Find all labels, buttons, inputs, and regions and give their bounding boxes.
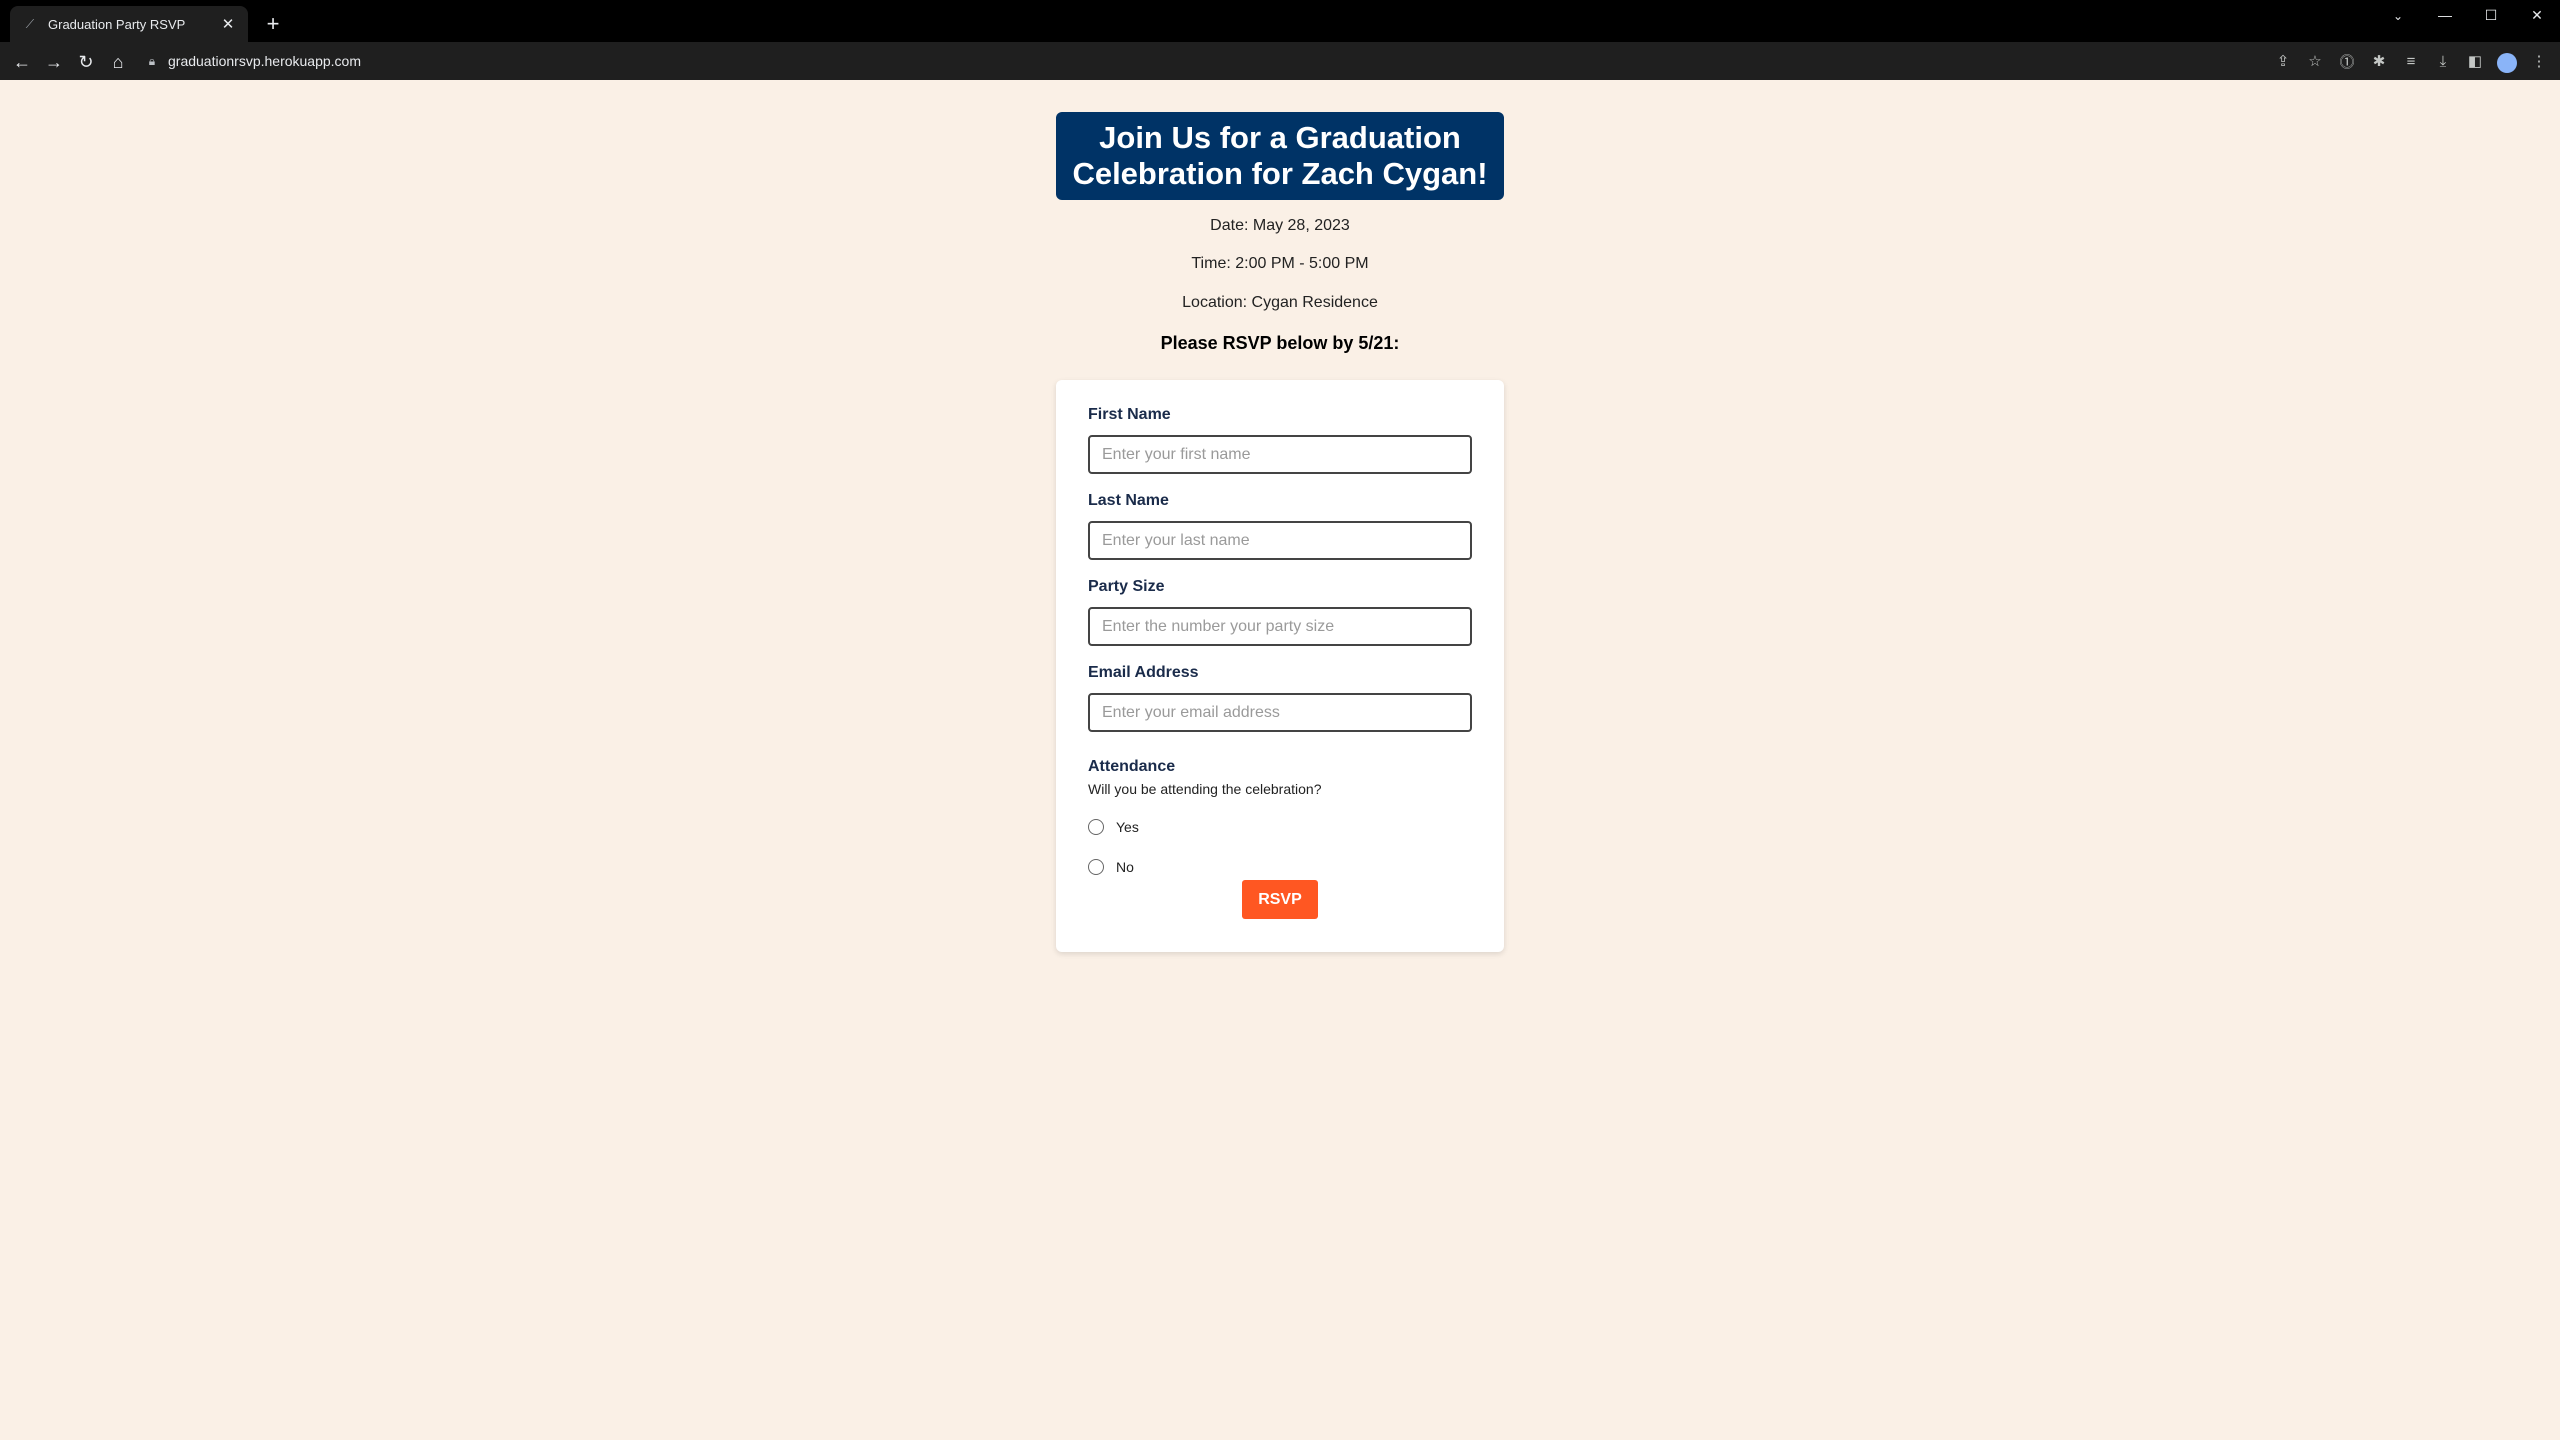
address-bar[interactable]: 🔒︎ graduationrsvp.herokuapp.com (140, 46, 2240, 76)
back-icon[interactable]: ← (8, 48, 36, 76)
first-name-input[interactable] (1088, 435, 1472, 474)
rsvp-submit-button[interactable]: RSVP (1242, 880, 1318, 919)
side-panel-icon[interactable]: ◧ (2462, 48, 2488, 74)
extensions-puzzle-icon[interactable]: ✱ (2366, 48, 2392, 74)
tab-search-icon[interactable]: ⌄ (2378, 4, 2418, 28)
browser-tab-bar: ⟋ Graduation Party RSVP ✕ + ⌄ — ☐ ✕ (0, 0, 2560, 42)
new-tab-button[interactable]: + (260, 11, 286, 37)
event-header: Join Us for a Graduation Celebration for… (1056, 112, 1504, 354)
download-icon[interactable]: ⤓ (2430, 48, 2456, 74)
party-size-input[interactable] (1088, 607, 1472, 646)
attendance-question: Will you be attending the celebration? (1088, 781, 1322, 797)
minimize-button[interactable]: — (2422, 0, 2468, 30)
event-location: Location: Cygan Residence (1182, 294, 1378, 311)
password-manager-icon[interactable]: ⓵ (2334, 48, 2360, 74)
email-label: Email Address (1088, 664, 1199, 681)
attendance-label: Attendance (1088, 758, 1176, 775)
toolbar-icons: ⇪ ☆ ⓵ ✱ ≡ ⤓ ◧ ⋮ (2270, 48, 2552, 74)
email-input[interactable] (1088, 693, 1472, 732)
tab-title: Graduation Party RSVP (48, 16, 186, 32)
yes-radio[interactable] (1088, 819, 1104, 835)
share-icon[interactable]: ⇪ (2270, 48, 2296, 74)
last-name-label: Last Name (1088, 492, 1169, 509)
event-date: Date: May 28, 2023 (1210, 217, 1350, 234)
rsvp-form: First Name Last Name Party Size Email Ad… (1056, 380, 1504, 952)
page-content: Join Us for a Graduation Celebration for… (0, 80, 2560, 1440)
first-name-label: First Name (1088, 406, 1171, 423)
media-queue-icon[interactable]: ≡ (2398, 48, 2424, 74)
attendance-option-yes[interactable]: Yes (1088, 819, 1139, 835)
no-radio[interactable] (1088, 859, 1104, 875)
rsvp-deadline-heading: Please RSVP below by 5/21: (1160, 333, 1400, 353)
window-controls: — ☐ ✕ (2422, 0, 2560, 30)
profile-avatar-icon[interactable] (2494, 48, 2520, 74)
browser-tab[interactable]: ⟋ Graduation Party RSVP ✕ (10, 6, 248, 42)
close-tab-icon[interactable]: ✕ (218, 14, 238, 34)
reload-icon[interactable]: ↻ (72, 48, 100, 76)
maximize-button[interactable]: ☐ (2468, 0, 2514, 30)
lock-icon[interactable]: 🔒︎ (140, 54, 164, 69)
yes-radio-label[interactable]: Yes (1116, 819, 1139, 835)
page-title: Join Us for a Graduation Celebration for… (1056, 112, 1504, 200)
no-radio-label[interactable]: No (1116, 859, 1134, 875)
event-time: Time: 2:00 PM - 5:00 PM (1191, 255, 1369, 272)
menu-kebab-icon[interactable]: ⋮ (2526, 48, 2552, 74)
close-window-button[interactable]: ✕ (2514, 0, 2560, 30)
home-icon[interactable]: ⌂ (104, 48, 132, 76)
party-size-label: Party Size (1088, 578, 1165, 595)
forward-icon[interactable]: → (40, 48, 68, 76)
last-name-input[interactable] (1088, 521, 1472, 560)
browser-toolbar: ← → ↻ ⌂ 🔒︎ graduationrsvp.herokuapp.com … (0, 42, 2560, 80)
url-text: graduationrsvp.herokuapp.com (168, 53, 362, 69)
bookmark-star-icon[interactable]: ☆ (2302, 48, 2328, 74)
page-favicon-icon: ⟋ (25, 16, 35, 31)
attendance-option-no[interactable]: No (1088, 859, 1134, 875)
